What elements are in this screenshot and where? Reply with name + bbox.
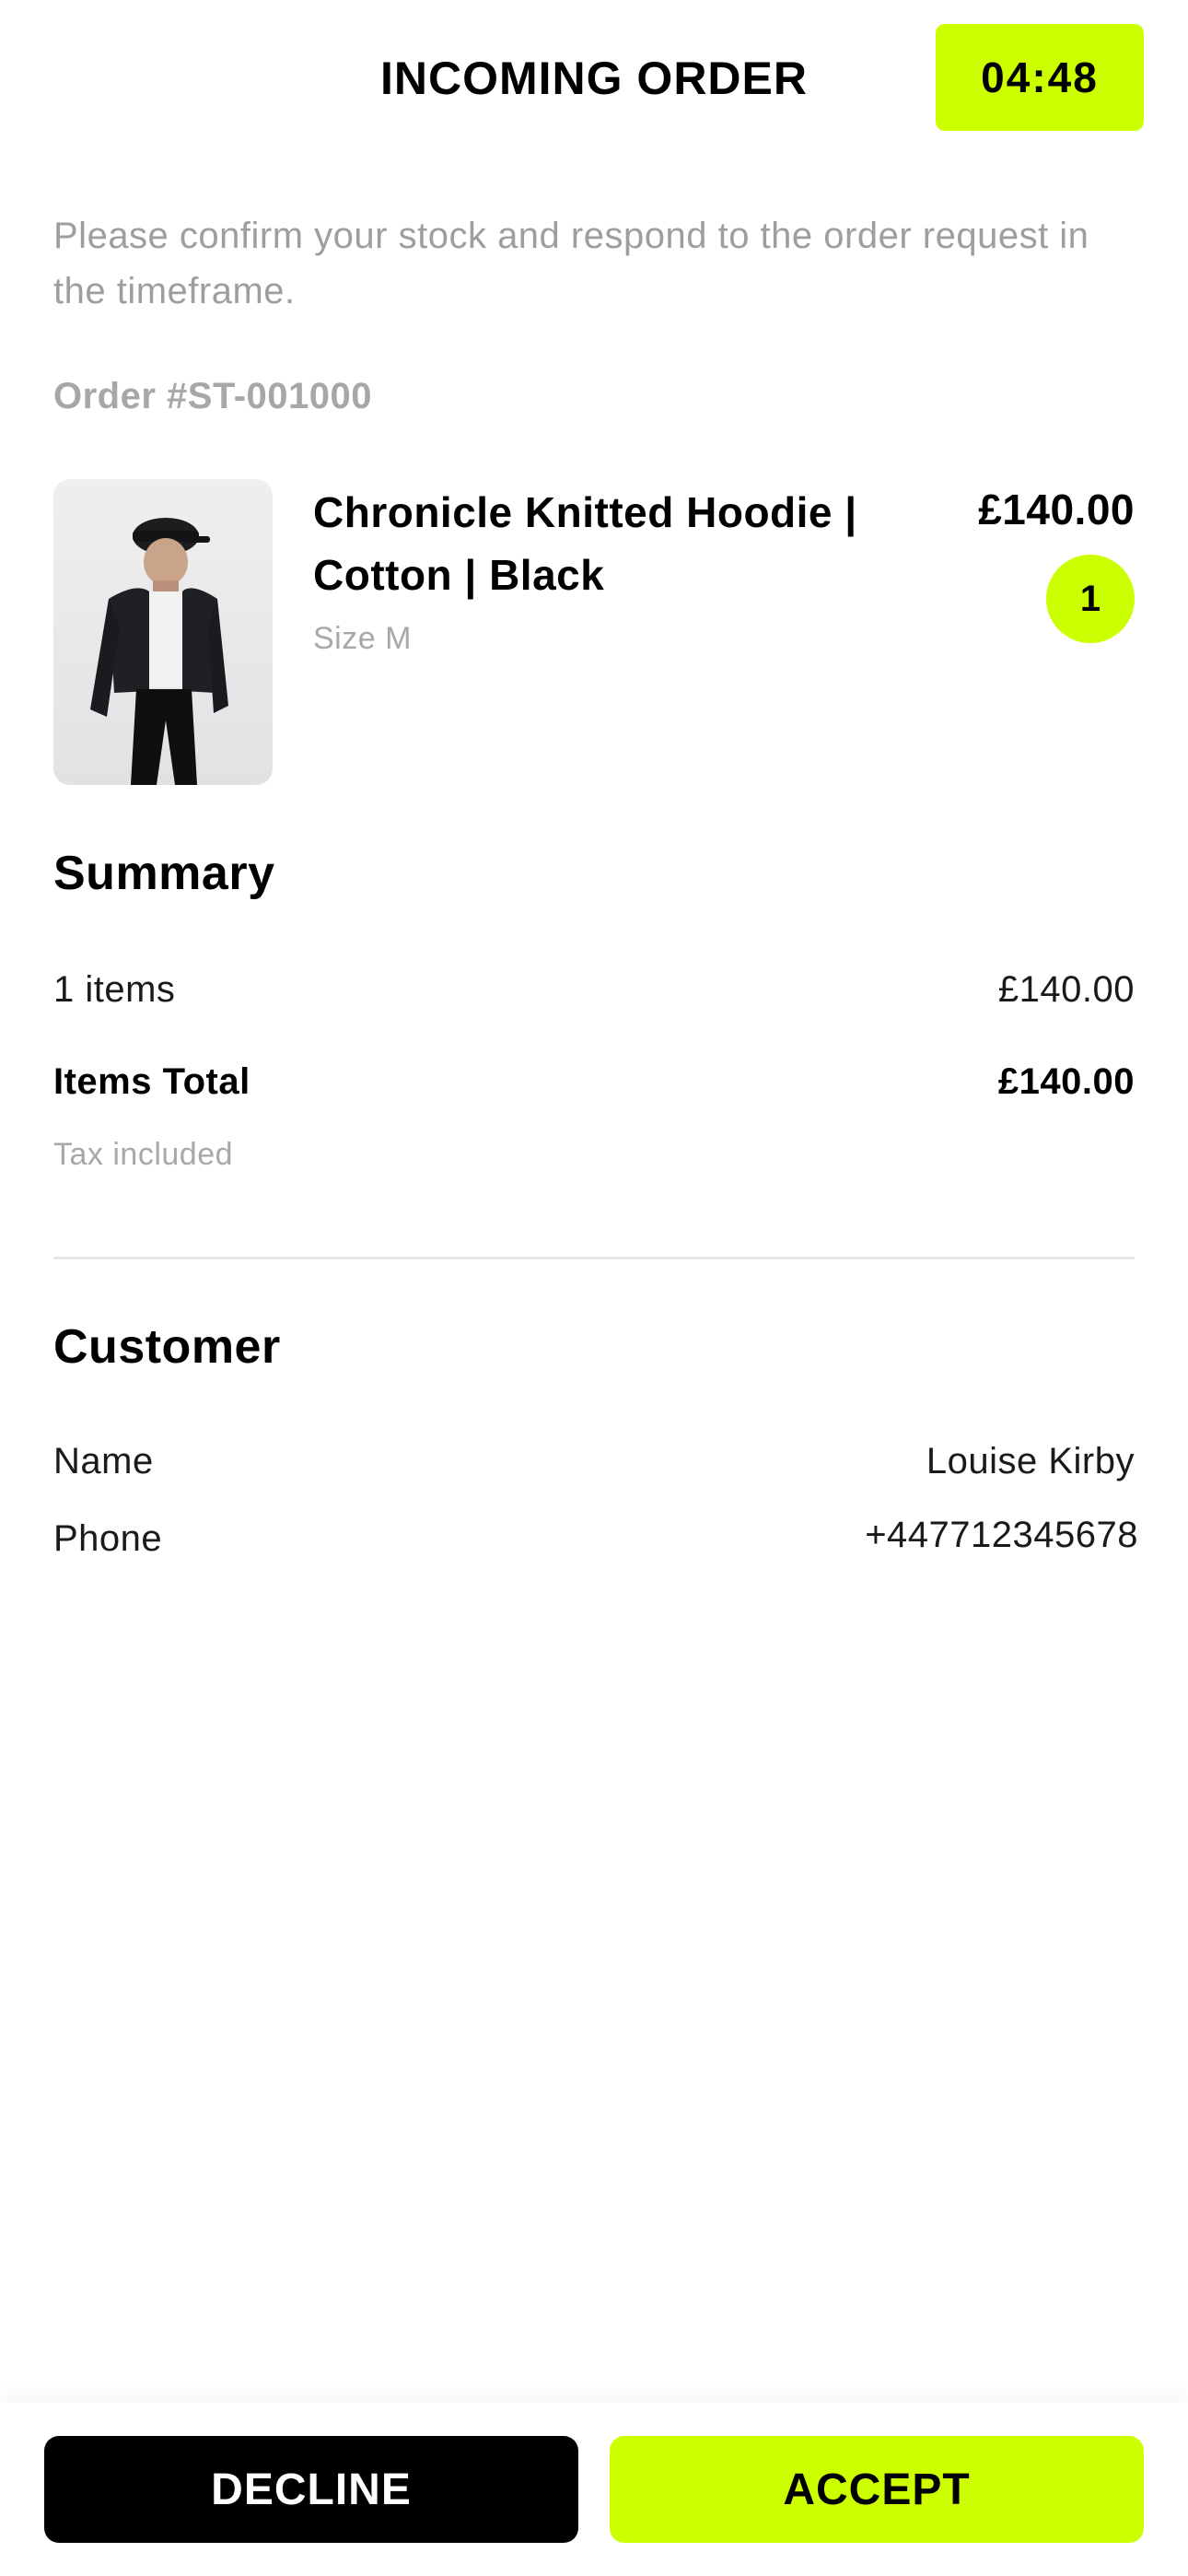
items-total-label: Items Total <box>53 1061 250 1102</box>
customer-phone-label: Phone <box>53 1518 163 1559</box>
product-price: £140.00 <box>978 486 1135 533</box>
summary-heading: Summary <box>53 847 275 900</box>
section-divider <box>53 1257 1135 1259</box>
tax-note: Tax included <box>53 1137 234 1172</box>
accept-button[interactable]: ACCEPT <box>610 2436 1144 2543</box>
customer-name-value: Louise Kirby <box>926 1441 1135 1481</box>
summary-items-label: 1 items <box>53 969 176 1010</box>
order-number: Order #ST-001000 <box>53 376 372 416</box>
instructions-text: Please confirm your stock and respond to… <box>53 216 1089 311</box>
quantity-badge: 1 <box>1046 555 1135 643</box>
items-total-value: £140.00 <box>997 1061 1135 1102</box>
summary-items-value: £140.00 <box>997 969 1135 1010</box>
product-name: Chronicle Knitted Hoodie | Cotton | Blac… <box>313 488 857 599</box>
hoodie-model-illustration <box>90 518 228 785</box>
countdown-timer: 04:48 <box>936 24 1144 131</box>
customer-heading: Customer <box>53 1320 281 1374</box>
decline-button[interactable]: DECLINE <box>44 2436 578 2543</box>
order-screen: INCOMING ORDER 04:48 Please confirm your… <box>0 0 1188 2576</box>
customer-phone-value[interactable]: +447712345678 <box>865 1515 1138 1556</box>
product-image <box>53 479 273 785</box>
product-size: Size M <box>313 621 412 656</box>
customer-name-label: Name <box>53 1441 154 1481</box>
